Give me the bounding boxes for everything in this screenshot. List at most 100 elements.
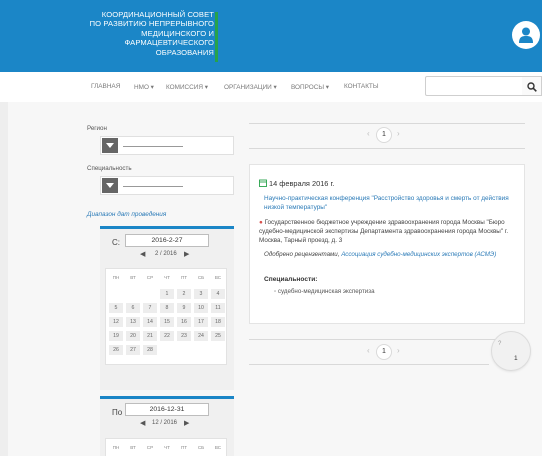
calendar-day[interactable]: 3: [194, 289, 208, 299]
map-pin-icon: ●: [259, 219, 263, 226]
weekday-header: ПТ: [180, 275, 188, 280]
select-value-line: [123, 186, 183, 187]
event-org-link[interactable]: Ассоциация судебно-медицинских экспертов…: [341, 251, 496, 258]
site-brand[interactable]: КООРДИНАЦИОННЫЙ СОВЕТ ПО РАЗВИТИЮ НЕПРЕР…: [80, 10, 214, 57]
pager-prev-button[interactable]: ‹: [367, 346, 370, 355]
nav-home[interactable]: ГЛАВНАЯ: [91, 83, 120, 90]
pager-next-button[interactable]: ›: [397, 346, 400, 355]
weekday-header: ПТ: [180, 445, 188, 450]
date-to-input[interactable]: 2016-12-31: [125, 403, 209, 416]
caret-down-icon: [106, 183, 114, 188]
region-select[interactable]: [100, 136, 234, 155]
date-to-month: 12 / 2016: [152, 420, 178, 426]
user-icon: [519, 27, 533, 43]
calendar-day[interactable]: 4: [211, 289, 225, 299]
event-title-link[interactable]: Научно-практическая конференция "Расстро…: [264, 195, 514, 212]
weekday-header: ЧТ: [164, 275, 170, 280]
nav-organizations[interactable]: ОРГАНИЗАЦИИ ▾: [224, 83, 277, 91]
event-card: 14 февраля 2016 г. Научно-практическая к…: [249, 164, 525, 324]
nav-questions[interactable]: ВОПРОСЫ ▾: [291, 83, 329, 91]
date-from-label: С:: [112, 238, 120, 247]
search-input[interactable]: [425, 76, 523, 96]
divider: [249, 148, 525, 149]
divider: [249, 364, 489, 365]
calendar-day[interactable]: 24: [194, 331, 208, 341]
date-from-calendar: ПН ВТ СР ЧТ ПТ СБ ВС 1 2 3 4 5 6 7 8 9 10 11 12 13 14 15 16 17 1…: [105, 268, 227, 365]
calendar-day[interactable]: 27: [126, 345, 140, 355]
calendar-day[interactable]: 26: [109, 345, 123, 355]
prev-month-button[interactable]: ◀: [140, 250, 145, 258]
calendar-day[interactable]: 7: [143, 303, 157, 313]
calendar-icon: [259, 179, 267, 187]
prev-month-button[interactable]: ◀: [140, 419, 145, 427]
brand-accent-bar: [215, 12, 218, 62]
feedback-badge[interactable]: ? 1: [491, 331, 531, 371]
calendar-day[interactable]: 28: [143, 345, 157, 355]
nav-nmo[interactable]: НМО ▾: [134, 83, 154, 91]
weekday-header: ВС: [214, 445, 222, 450]
calendar-day[interactable]: 25: [211, 331, 225, 341]
divider: [249, 123, 525, 124]
region-label: Регион: [87, 125, 107, 132]
calendar-day[interactable]: 6: [126, 303, 140, 313]
event-organizer: Одобрено рецензентами, Ассоциация судебн…: [264, 251, 514, 260]
brand-line: ПО РАЗВИТИЮ НЕПРЕРЫВНОГО: [89, 19, 214, 29]
calendar-day[interactable]: 19: [109, 331, 123, 341]
next-month-button[interactable]: ▶: [184, 419, 189, 427]
weekday-header: СБ: [197, 445, 205, 450]
search-button[interactable]: [522, 76, 542, 96]
user-avatar-button[interactable]: [512, 21, 540, 49]
date-to-label: По: [112, 408, 123, 417]
specialty-label: Специальность: [87, 165, 132, 172]
calendar-day[interactable]: 18: [211, 317, 225, 327]
weekday-header: СБ: [197, 275, 205, 280]
badge-question: ?: [498, 341, 502, 347]
weekday-header: СР: [146, 445, 154, 450]
weekday-header: ПН: [112, 445, 120, 450]
weekday-header: ПН: [112, 275, 120, 280]
calendar-day[interactable]: 17: [194, 317, 208, 327]
badge-count: 1: [514, 355, 518, 362]
calendar-day[interactable]: 14: [143, 317, 157, 327]
calendar-day[interactable]: 12: [109, 317, 123, 327]
calendar-day[interactable]: 11: [211, 303, 225, 313]
date-from-input[interactable]: 2016-2-27: [125, 234, 209, 247]
specialty-item-text: судебно-медицинская экспертиза: [277, 288, 375, 295]
region-select-toggle[interactable]: [102, 138, 118, 153]
calendar-day[interactable]: 16: [177, 317, 191, 327]
calendar-day[interactable]: 13: [126, 317, 140, 327]
specialty-select-toggle[interactable]: [102, 178, 118, 193]
weekday-header: ЧТ: [164, 445, 170, 450]
calendar-day[interactable]: 15: [160, 317, 174, 327]
next-month-button[interactable]: ▶: [184, 250, 189, 258]
calendar-day[interactable]: 10: [194, 303, 208, 313]
brand-line: МЕДИЦИНСКОГО И: [141, 28, 214, 38]
pager-prev-button[interactable]: ‹: [367, 129, 370, 138]
weekday-header: ВС: [214, 275, 222, 280]
calendar-day[interactable]: 22: [160, 331, 174, 341]
date-to-calendar: ПН ВТ СР ЧТ ПТ СБ ВС: [105, 438, 227, 456]
calendar-day[interactable]: 23: [177, 331, 191, 341]
calendar-day[interactable]: 20: [126, 331, 140, 341]
calendar-day[interactable]: 1: [160, 289, 174, 299]
nav-contacts[interactable]: КОНТАКТЫ: [344, 83, 378, 90]
pager-next-button[interactable]: ›: [397, 129, 400, 138]
specialty-select[interactable]: [100, 176, 234, 195]
event-place-text: Государственное бюджетное учреждение здр…: [259, 219, 509, 244]
calendar-day[interactable]: 9: [177, 303, 191, 313]
nav-commission[interactable]: КОМИССИЯ ▾: [166, 83, 208, 91]
weekday-header: ВТ: [130, 275, 136, 280]
specialty-item: ◦ судебно-медицинская экспертиза: [274, 288, 375, 295]
event-date: 14 февраля 2016 г.: [269, 179, 335, 188]
calendar-day[interactable]: 2: [177, 289, 191, 299]
calendar-day[interactable]: 21: [143, 331, 157, 341]
weekday-header: ВТ: [130, 445, 136, 450]
pager-page-button[interactable]: 1: [376, 344, 392, 360]
calendar-day[interactable]: 5: [109, 303, 123, 313]
divider: [249, 339, 525, 340]
select-value-line: [123, 146, 183, 147]
date-range-link[interactable]: Диапазон дат проведения: [87, 211, 166, 218]
pager-page-button[interactable]: 1: [376, 127, 392, 143]
specialties-heading: Специальности:: [264, 276, 318, 283]
calendar-day[interactable]: 8: [160, 303, 174, 313]
